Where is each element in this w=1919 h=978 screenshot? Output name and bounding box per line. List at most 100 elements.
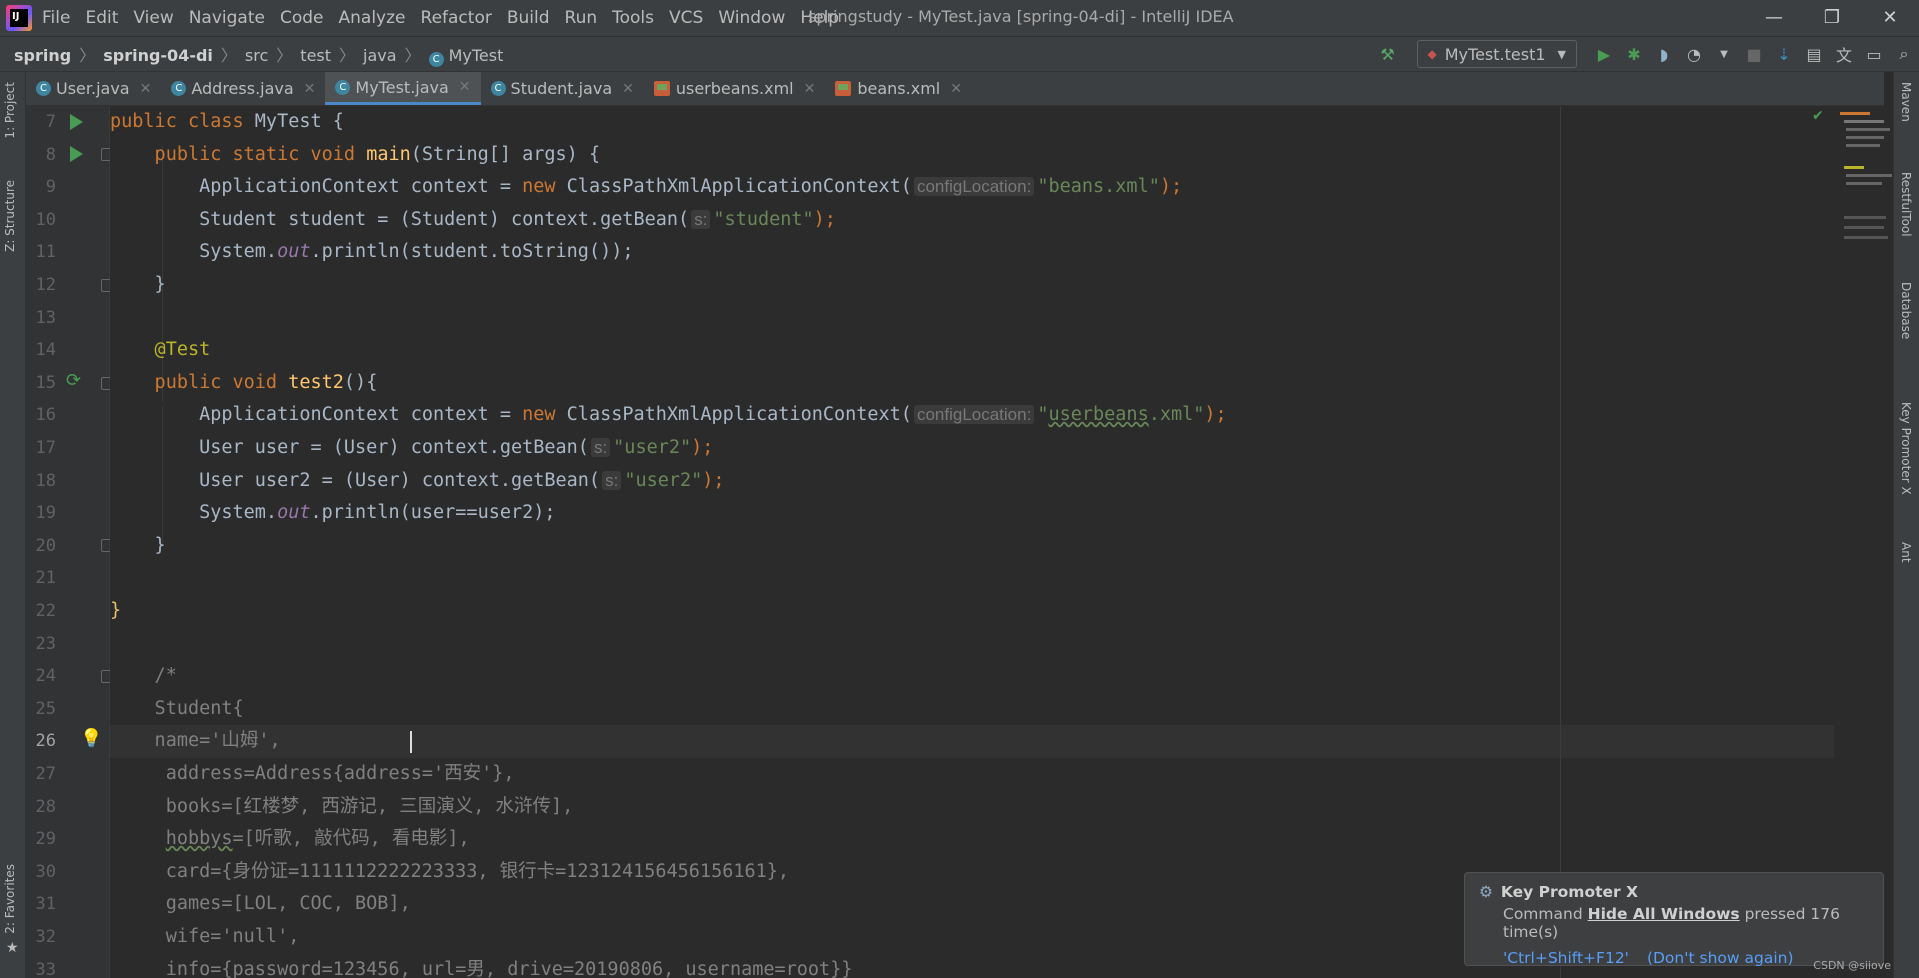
- title-bar: IJ File Edit View Navigate Code Analyze …: [0, 0, 1919, 36]
- code-line: Student student = (Student) context.getB…: [110, 208, 836, 230]
- project-panel-tab[interactable]: 1: Project: [3, 82, 17, 139]
- code-editor[interactable]: public class MyTest { public static void…: [110, 106, 1834, 978]
- code-line: @Test: [110, 339, 211, 361]
- run-class-icon[interactable]: [70, 114, 83, 130]
- menu-vcs[interactable]: VCS: [669, 8, 703, 28]
- run-config-label: MyTest.test1: [1444, 44, 1546, 64]
- stop-icon[interactable]: ■: [1739, 45, 1769, 64]
- menu-window[interactable]: Window: [718, 8, 785, 28]
- editor-gutter[interactable]: 7 8 9 10 11 12 13 14 15 16 17 18 19 20 2…: [26, 106, 114, 978]
- key-promoter-notification: ⚙ Key Promoter X Command Hide All Windows…: [1464, 872, 1884, 967]
- debug-bug-icon[interactable]: ✱: [1619, 45, 1649, 64]
- breadcrumb-module[interactable]: spring-04-di: [103, 46, 213, 65]
- spring-xml-icon: [835, 81, 852, 96]
- restful-tool-panel-tab[interactable]: RestfulTool: [1899, 172, 1913, 237]
- star-icon: ★: [6, 940, 19, 956]
- code-line: name='山姆',: [110, 730, 281, 752]
- rerun-test-icon[interactable]: ⟳: [66, 370, 81, 391]
- line-number: 23: [35, 633, 56, 654]
- code-line: }: [110, 274, 166, 295]
- tab-label: User.java: [56, 79, 130, 98]
- line-number: 8: [45, 144, 56, 165]
- right-margin-guide: [1560, 106, 1561, 978]
- build-hammer-icon[interactable]: ⚒: [1373, 45, 1403, 64]
- line-number: 26: [35, 731, 56, 752]
- line-number: 16: [35, 405, 56, 426]
- navigation-bar: spring 〉 spring-04-di 〉 src 〉 test 〉 java 〉 C MyTes…: [0, 36, 1919, 72]
- menu-build[interactable]: Build: [507, 8, 550, 28]
- breadcrumb-test[interactable]: test: [300, 46, 331, 65]
- project-structure-icon[interactable]: ▤: [1799, 45, 1829, 64]
- param-hint: s:: [691, 209, 711, 229]
- breadcrumb-class[interactable]: MyTest: [449, 46, 504, 65]
- menu-bar: File Edit View Navigate Code Analyze Ref…: [42, 8, 854, 28]
- breadcrumb-project[interactable]: spring: [14, 46, 71, 65]
- line-number: 10: [35, 209, 56, 230]
- tab-label: userbeans.xml: [675, 79, 794, 98]
- close-window-button[interactable]: ✕: [1861, 0, 1919, 36]
- class-icon: C: [36, 81, 51, 96]
- more-run-chevron-icon[interactable]: ▼: [1709, 49, 1739, 60]
- coverage-shield-icon[interactable]: ◗: [1649, 45, 1679, 64]
- line-number: 31: [35, 894, 56, 915]
- translate-icon[interactable]: 文: [1829, 42, 1859, 66]
- menu-view[interactable]: View: [133, 8, 173, 28]
- minimize-button[interactable]: —: [1745, 0, 1803, 36]
- menu-tools[interactable]: Tools: [612, 8, 654, 28]
- menu-file[interactable]: File: [42, 8, 70, 28]
- tab-beans-xml[interactable]: beans.xml ✕: [825, 72, 972, 105]
- presentation-icon[interactable]: ▭: [1859, 45, 1889, 64]
- menu-code[interactable]: Code: [280, 8, 324, 28]
- ant-panel-tab[interactable]: Ant: [1899, 542, 1913, 563]
- close-icon[interactable]: ✕: [622, 81, 634, 97]
- menu-run[interactable]: Run: [565, 8, 598, 28]
- favorites-panel-tab[interactable]: 2: Favorites: [3, 864, 17, 934]
- config-icon: ◆: [1427, 47, 1437, 61]
- tab-user-java[interactable]: C User.java ✕: [26, 72, 161, 105]
- dont-show-again-link[interactable]: (Don't show again): [1647, 949, 1794, 967]
- run-icon[interactable]: ▶: [1589, 45, 1619, 64]
- line-number: 15: [35, 372, 56, 393]
- menu-analyze[interactable]: Analyze: [339, 8, 406, 28]
- shortcut-link[interactable]: 'Ctrl+Shift+F12': [1503, 949, 1629, 967]
- breadcrumb-java[interactable]: java: [363, 46, 397, 65]
- lightbulb-icon[interactable]: 💡: [80, 728, 102, 749]
- tab-userbeans-xml[interactable]: userbeans.xml ✕: [644, 72, 826, 105]
- class-icon: C: [171, 81, 187, 96]
- run-main-icon[interactable]: [70, 146, 83, 162]
- structure-panel-tab[interactable]: Z: Structure: [3, 180, 17, 252]
- menu-edit[interactable]: Edit: [85, 8, 118, 28]
- menu-refactor[interactable]: Refactor: [421, 8, 492, 28]
- breadcrumb-src[interactable]: src: [245, 46, 268, 65]
- param-hint: configLocation:: [913, 177, 1035, 197]
- key-promoter-panel-tab[interactable]: Key Promoter X: [1899, 402, 1913, 495]
- close-icon[interactable]: ✕: [950, 81, 962, 97]
- tab-mytest-java[interactable]: C MyTest.java ✕: [325, 72, 481, 105]
- line-number: 9: [45, 177, 56, 198]
- class-icon: C: [490, 81, 506, 96]
- restore-button[interactable]: ❐: [1803, 0, 1861, 36]
- menu-navigate[interactable]: Navigate: [189, 8, 265, 28]
- close-icon[interactable]: ✕: [804, 81, 816, 97]
- tab-address-java[interactable]: C Address.java ✕: [161, 72, 325, 105]
- line-number: 20: [35, 535, 56, 556]
- close-icon[interactable]: ✕: [304, 81, 316, 97]
- intellij-logo-icon: IJ: [6, 5, 32, 31]
- code-line: info={password=123456, url=男, drive=2019…: [110, 958, 853, 978]
- database-panel-tab[interactable]: Database: [1899, 282, 1913, 339]
- run-configuration-select[interactable]: ◆ MyTest.test1 ▼: [1416, 40, 1577, 68]
- code-minimap[interactable]: [1834, 106, 1893, 978]
- close-icon[interactable]: ✕: [459, 79, 471, 95]
- param-hint: s:: [602, 470, 622, 490]
- search-icon[interactable]: ⌕: [1889, 44, 1919, 64]
- code-line: Student{: [110, 697, 244, 719]
- code-line: System.out.println(student.toString());: [110, 241, 634, 263]
- maven-panel-tab[interactable]: Maven: [1899, 82, 1913, 122]
- update-vcs-icon[interactable]: ⇣: [1769, 45, 1799, 64]
- profile-icon[interactable]: ◔: [1679, 45, 1709, 64]
- line-number: 17: [35, 438, 56, 458]
- code-line: wife='null',: [110, 926, 300, 947]
- tab-student-java[interactable]: C Student.java ✕: [481, 72, 644, 105]
- close-icon[interactable]: ✕: [140, 81, 152, 97]
- line-number: 33: [35, 959, 56, 978]
